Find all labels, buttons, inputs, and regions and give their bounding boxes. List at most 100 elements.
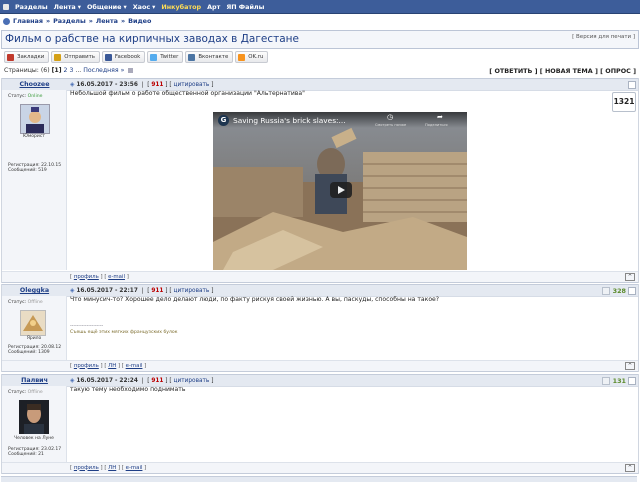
profile-link[interactable]: профиль	[74, 363, 99, 369]
profile-link[interactable]: профиль	[74, 465, 99, 471]
post-number[interactable]: 911	[151, 288, 163, 294]
post-body: такую тему необходимо поднимать	[70, 386, 186, 393]
post-author[interactable]: Choozee	[2, 81, 67, 88]
user-title: Человек на Луне	[14, 436, 54, 441]
post-link-icon[interactable]: ◈	[70, 378, 74, 384]
share-facebook-button[interactable]: Facebook	[101, 51, 146, 63]
post-footer-links: [ профиль ] [ e-mail ]	[70, 273, 129, 280]
user-sidebar: Статус: Online Юморист Регистрация: 22.1…	[2, 90, 67, 270]
scroll-top-icon[interactable]: ^	[625, 362, 635, 370]
page-link-3[interactable]: 3	[69, 67, 73, 74]
post-rating: 131	[601, 376, 626, 385]
post-footer-links: [ профиль ] [ ЛН ] [ e-mail ]	[70, 362, 147, 369]
nav-yap-faily[interactable]: ЯП Файлы	[226, 3, 264, 11]
post-author[interactable]: Oleggka	[2, 287, 67, 294]
new-topic-button[interactable]: [ НОВАЯ ТЕМА ]	[540, 67, 598, 75]
post-meta: ◈ 16.05.2017 - 22:24 | [ 911 ] [ цитиров…	[70, 377, 214, 384]
next-post-header	[1, 476, 637, 482]
avatar[interactable]	[20, 310, 46, 336]
poll-button[interactable]: [ ОПРОС ]	[600, 67, 636, 75]
email-link[interactable]: e-mail	[108, 274, 125, 280]
share-bar: Закладки Отправить Facebook Twitter Вкон…	[4, 51, 269, 63]
page-jump-icon[interactable]	[128, 67, 134, 73]
post-number[interactable]: 911	[151, 378, 163, 384]
play-icon	[338, 186, 345, 194]
post-link-icon[interactable]: ◈	[70, 82, 74, 88]
last-page-link[interactable]: Последняя »	[83, 67, 124, 74]
post-number[interactable]: 911	[151, 82, 163, 88]
post-select-checkbox[interactable]	[628, 377, 636, 385]
nav-inkubator[interactable]: Инкубатор	[161, 3, 201, 11]
post-footer: [ профиль ] [ ЛН ] [ e-mail ] ^	[2, 360, 638, 372]
nav-obshchenie[interactable]: Общение ▾	[87, 3, 127, 11]
mail-icon	[54, 53, 62, 61]
pm-link[interactable]: ЛН	[108, 363, 116, 369]
post: Палвич ◈ 16.05.2017 - 22:24 | [ 911 ] [ …	[1, 374, 639, 474]
breadcrumb-razdely[interactable]: Разделы	[53, 17, 86, 25]
breadcrumb-lenta[interactable]: Лента	[96, 17, 118, 25]
share-send-button[interactable]: Отправить	[51, 51, 100, 63]
email-link[interactable]: e-mail	[126, 363, 143, 369]
print-version-link[interactable]: [ Версия для печати ]	[572, 34, 635, 40]
top-navigation: Разделы Лента ▾ Общение ▾ Хаос ▾ Инкубатор …	[0, 0, 640, 14]
video-title[interactable]: Saving Russia's brick slaves:...	[233, 116, 346, 125]
ok-icon	[238, 53, 246, 61]
email-link[interactable]: e-mail	[126, 465, 143, 471]
youtube-video-embed[interactable]: G Saving Russia's brick slaves:... ◷ Смо…	[213, 112, 467, 270]
user-sidebar: Статус: Offline Ярило Регистрация: 20.08…	[2, 296, 67, 360]
facebook-icon	[104, 53, 112, 61]
nav-lenta[interactable]: Лента ▾	[54, 3, 81, 11]
user-status: Статус: Offline	[8, 390, 43, 395]
user-registration: Регистрация: 23.02.17 Сообщений: 21	[8, 447, 62, 458]
breadcrumb-video[interactable]: Видео	[128, 17, 151, 25]
share-ok-button[interactable]: OK.ru	[235, 51, 269, 63]
user-status: Статус: Online	[8, 94, 43, 99]
share-video-icon[interactable]: ➦	[437, 113, 443, 121]
dropdown-arrow-icon: ▾	[77, 2, 81, 11]
breadcrumb-separator: »	[120, 17, 126, 25]
nav-khaos[interactable]: Хаос ▾	[133, 3, 156, 11]
post-footer-links: [ профиль ] [ ЛН ] [ e-mail ]	[70, 464, 147, 471]
quote-link[interactable]: цитировать	[174, 378, 210, 384]
avatar[interactable]	[19, 400, 49, 434]
post-date: 16.05.2017 - 22:24	[76, 377, 138, 384]
post-link-icon[interactable]: ◈	[70, 288, 74, 294]
share-vk-button[interactable]: Вконтакте	[185, 51, 234, 63]
profile-link[interactable]: профиль	[74, 274, 99, 280]
dropdown-arrow-icon: ▾	[123, 2, 127, 11]
breadcrumb-separator: »	[45, 17, 51, 25]
vk-icon	[188, 53, 196, 61]
post-author[interactable]: Палвич	[2, 377, 67, 384]
post-date: 16.05.2017 - 23:56	[76, 81, 138, 88]
quote-link[interactable]: цитировать	[174, 288, 210, 294]
quote-link[interactable]: цитировать	[174, 82, 210, 88]
pm-link[interactable]: ЛН	[108, 465, 116, 471]
page-title: Фильм о рабстве на кирпичных заводах в Д…	[5, 33, 299, 45]
post-select-checkbox[interactable]	[628, 287, 636, 295]
post-rating[interactable]: 1321	[612, 92, 636, 112]
bookmark-icon	[7, 53, 14, 61]
scroll-top-icon[interactable]: ^	[625, 464, 635, 472]
current-page: [1]	[51, 67, 62, 74]
breadcrumb-home[interactable]: Главная	[13, 17, 43, 25]
rating-box-icon[interactable]	[601, 376, 610, 385]
nav-art[interactable]: Арт	[207, 3, 220, 11]
post-select-checkbox[interactable]	[628, 81, 636, 89]
watch-later-icon[interactable]: ◷	[387, 113, 393, 121]
watch-later-label: Смотреть позже	[375, 123, 407, 127]
reply-button[interactable]: [ ОТВЕТИТЬ ]	[489, 67, 537, 75]
site-logo-icon[interactable]	[3, 3, 9, 10]
signature: Съешь ещё этих мягких французских булок	[70, 330, 178, 335]
share-twitter-button[interactable]: Twitter	[147, 51, 184, 63]
avatar[interactable]	[20, 104, 50, 134]
play-button[interactable]	[330, 182, 352, 198]
scroll-top-icon[interactable]: ^	[625, 273, 635, 281]
rating-box-icon[interactable]	[601, 286, 610, 295]
channel-logo-icon[interactable]: G	[218, 115, 229, 126]
user-sidebar: Статус: Offline Человек на Луне Регистра…	[2, 386, 67, 462]
share-bookmarks-button[interactable]: Закладки	[4, 51, 50, 63]
topic-title-bar: Фильм о рабстве на кирпичных заводах в Д…	[1, 30, 639, 49]
pagination: Страницы: (6) [1] 2 3 ... Последняя »	[4, 67, 134, 74]
nav-razdely[interactable]: Разделы	[15, 3, 48, 11]
page-link-2[interactable]: 2	[64, 67, 68, 74]
